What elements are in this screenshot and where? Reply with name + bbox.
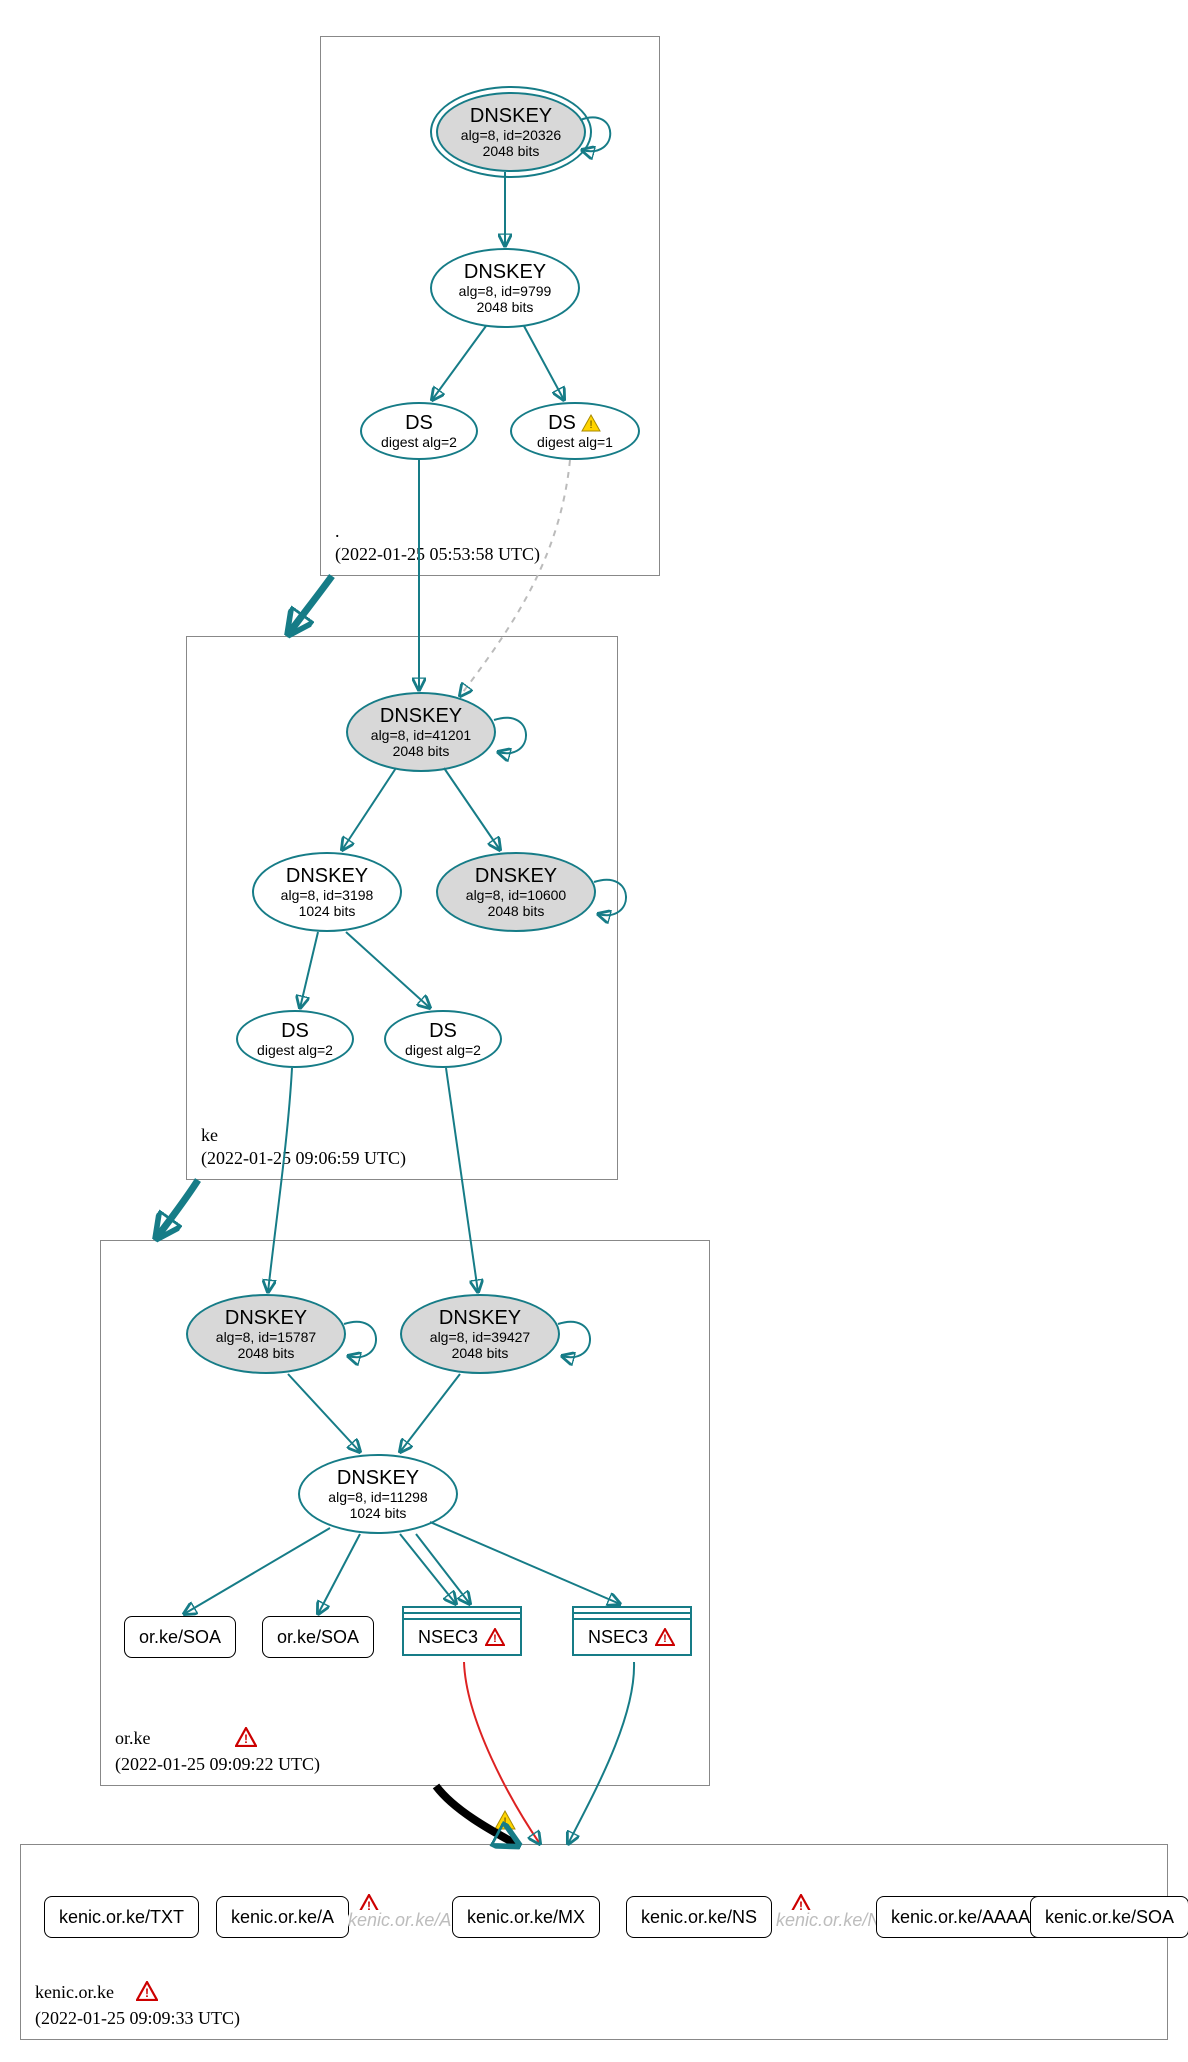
zone-root-timestamp: (2022-01-25 05:53:58 UTC) [335,543,540,566]
dnskey-ke-10600[interactable]: DNSKEY alg=8, id=10600 2048 bits [436,852,596,932]
dnskey-orke-39427[interactable]: DNSKEY alg=8, id=39427 2048 bits [400,1294,560,1374]
nsec3-b[interactable]: NSEC3 ! [572,1606,692,1662]
record-kenic-txt[interactable]: kenic.or.ke/TXT [44,1896,199,1938]
zone-kenic: kenic.or.ke ! (2022-01-25 09:09:33 UTC) [20,1844,1168,2040]
record-kenic-mx[interactable]: kenic.or.ke/MX [452,1896,600,1938]
zone-kenic-name: kenic.or.ke [35,1982,114,2002]
svg-text:!: ! [503,1815,506,1829]
nsec3-a[interactable]: NSEC3 ! [402,1606,522,1662]
zone-ke-name: ke [201,1124,406,1147]
ds-ke-a[interactable]: DS digest alg=2 [236,1010,354,1068]
zone-root-label: . (2022-01-25 05:53:58 UTC) [335,520,540,565]
zone-orke-label: or.ke ! (2022-01-25 09:09:22 UTC) [115,1727,320,1775]
dnskey-orke-15787[interactable]: DNSKEY alg=8, id=15787 2048 bits [186,1294,346,1374]
record-kenic-a[interactable]: kenic.or.ke/A [216,1896,349,1938]
dnskey-ke-3198[interactable]: DNSKEY alg=8, id=3198 1024 bits [252,852,402,932]
zone-ke-timestamp: (2022-01-25 09:06:59 UTC) [201,1147,406,1170]
warning-icon: ! [580,413,602,433]
svg-text:!: ! [145,1986,149,2000]
record-kenic-a-error[interactable]: kenic.or.ke/A [348,1910,451,1931]
record-kenic-ns-error[interactable]: kenic.or.ke/NS [776,1910,892,1931]
svg-text:!: ! [493,1633,497,1645]
zone-orke-name: or.ke [115,1728,151,1748]
zone-kenic-label: kenic.or.ke ! (2022-01-25 09:09:33 UTC) [35,1981,240,2029]
record-orke-soa-1[interactable]: or.ke/SOA [124,1616,236,1658]
error-icon: ! [235,1727,257,1753]
error-icon: ! [654,1627,676,1647]
svg-text:!: ! [589,419,592,431]
zone-orke-timestamp: (2022-01-25 09:09:22 UTC) [115,1753,320,1776]
zone-ke-label: ke (2022-01-25 09:06:59 UTC) [201,1124,406,1169]
zone-root-name: . [335,520,540,543]
record-kenic-soa[interactable]: kenic.or.ke/SOA [1030,1896,1188,1938]
warning-icon: ! [494,1810,516,1835]
error-icon: ! [136,1981,158,2007]
dnskey-orke-11298[interactable]: DNSKEY alg=8, id=11298 1024 bits [298,1454,458,1534]
svg-text:!: ! [663,1633,667,1645]
record-orke-soa-2[interactable]: or.ke/SOA [262,1616,374,1658]
ds-ke-b[interactable]: DS digest alg=2 [384,1010,502,1068]
zone-kenic-timestamp: (2022-01-25 09:09:33 UTC) [35,2007,240,2030]
dnskey-root-9799[interactable]: DNSKEY alg=8, id=9799 2048 bits [430,248,580,328]
svg-text:!: ! [244,1732,248,1746]
error-icon: ! [484,1627,506,1647]
dnskey-root-20326[interactable]: DNSKEY alg=8, id=20326 2048 bits [436,92,586,172]
dnskey-ke-41201[interactable]: DNSKEY alg=8, id=41201 2048 bits [346,692,496,772]
record-kenic-aaaa[interactable]: kenic.or.ke/AAAA [876,1896,1045,1938]
ds-root-alg2[interactable]: DS digest alg=2 [360,402,478,460]
record-kenic-ns[interactable]: kenic.or.ke/NS [626,1896,772,1938]
ds-root-alg1[interactable]: DS ! digest alg=1 [510,402,640,460]
